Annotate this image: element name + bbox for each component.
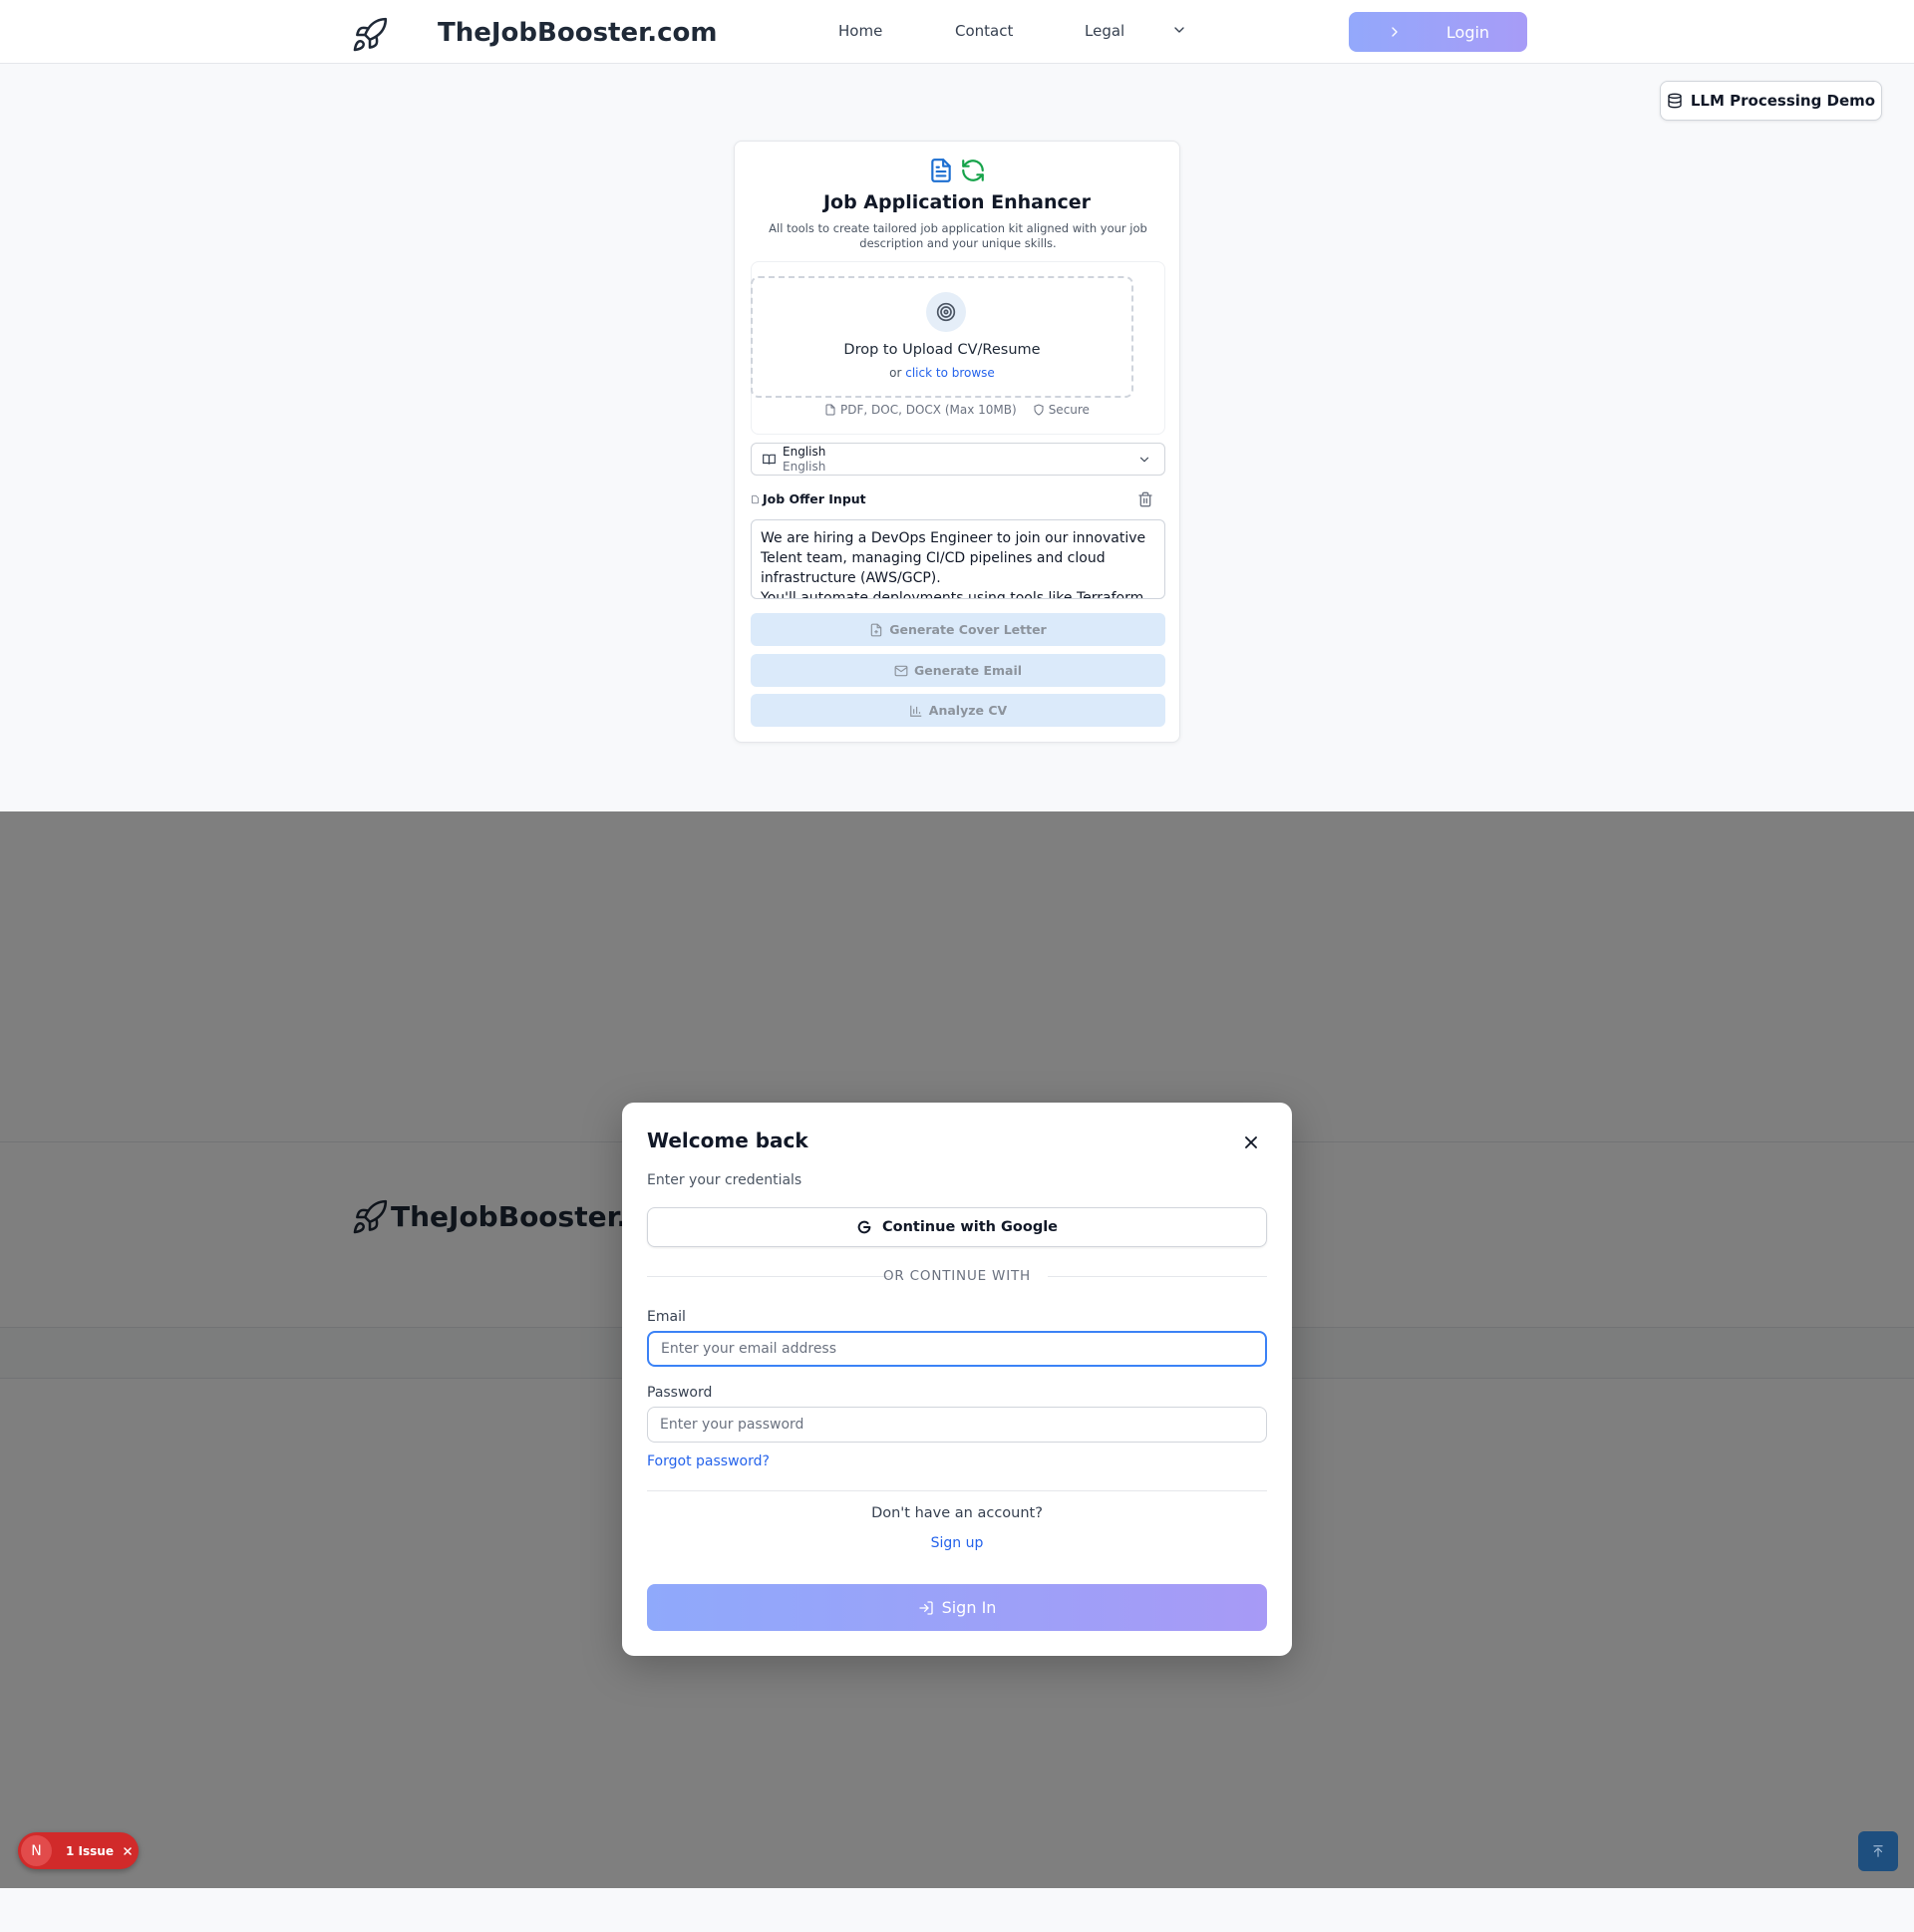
language-selected: English (783, 445, 826, 459)
file-icon (752, 494, 759, 503)
modal-separator (647, 1490, 1267, 1491)
site-header: TheJobBooster.com Home Contact Legal Log… (0, 0, 1914, 64)
trash-icon[interactable] (1137, 491, 1153, 507)
secure-text: Secure (1048, 403, 1090, 417)
next-logo-icon: N (21, 1835, 52, 1866)
job-offer-label-text: Job Offer Input (763, 491, 866, 506)
chevron-right-icon (1392, 27, 1398, 37)
file-requirements: PDF, DOC, DOCX (Max 10MB) Secure (735, 403, 1179, 417)
email-label: Email (647, 1309, 686, 1325)
analyze-cv-label: Analyze CV (928, 703, 1008, 718)
browse-link[interactable]: click to browse (905, 366, 995, 380)
password-label: Password (647, 1385, 713, 1401)
language-select[interactable]: English English (751, 443, 1165, 476)
login-label: Login (1445, 22, 1490, 42)
document-icon (931, 159, 951, 182)
arrow-up-to-line-icon (1873, 1845, 1883, 1857)
nav-contact[interactable]: Contact (955, 22, 1013, 40)
card-header-icons (928, 158, 986, 183)
file-plus-icon (871, 623, 882, 636)
chevron-down-icon[interactable] (1171, 22, 1187, 38)
card-description: All tools to create tailored job applica… (769, 221, 1147, 250)
mail-icon (894, 665, 908, 676)
database-icon (1668, 93, 1682, 109)
file-formats-text: PDF, DOC, DOCX (Max 10MB) (840, 403, 1017, 417)
file-icon (825, 404, 835, 416)
generate-cover-letter-button[interactable]: Generate Cover Letter (751, 613, 1165, 646)
issue-badge[interactable]: N 1 Issue (18, 1832, 139, 1869)
llm-demo-label: LLM Processing Demo (1690, 92, 1876, 110)
log-in-icon (918, 1600, 933, 1615)
cv-dropzone[interactable]: Drop to Upload CV/Resume or click to bro… (751, 276, 1133, 398)
issue-count: 1 Issue (66, 1843, 114, 1858)
nav-legal[interactable]: Legal (1085, 22, 1124, 40)
generate-cover-letter-label: Generate Cover Letter (889, 622, 1047, 637)
rocket-icon[interactable] (351, 16, 389, 54)
llm-processing-demo-button[interactable]: LLM Processing Demo (1660, 81, 1882, 121)
login-button[interactable]: Login (1349, 12, 1527, 52)
dropzone-or-text: or (889, 366, 906, 380)
dropzone-title: Drop to Upload CV/Resume (843, 342, 1041, 358)
scroll-to-top-button[interactable] (1858, 1831, 1898, 1871)
shield-icon (1034, 404, 1044, 416)
job-offer-label: Job Offer Input (751, 491, 866, 506)
forgot-password-link[interactable]: Forgot password? (647, 1453, 770, 1469)
modal-title: Welcome back (647, 1128, 808, 1152)
bar-chart-icon (909, 705, 922, 717)
upload-target-badge (926, 292, 966, 332)
file-formats: PDF, DOC, DOCX (Max 10MB) (824, 403, 1017, 417)
sign-up-link[interactable]: Sign up (622, 1535, 1292, 1551)
google-icon (857, 1220, 871, 1234)
job-application-enhancer-card: Job Application Enhancer All tools to cr… (734, 141, 1180, 743)
generate-email-button[interactable]: Generate Email (751, 654, 1165, 687)
modal-subtitle: Enter your credentials (647, 1172, 802, 1188)
no-account-text: Don't have an account? (871, 1505, 1043, 1521)
close-icon[interactable] (1241, 1132, 1261, 1152)
email-field[interactable] (647, 1331, 1267, 1367)
book-open-icon (763, 454, 776, 465)
secure-indicator: Secure (1033, 403, 1090, 417)
brand-name[interactable]: TheJobBooster.com (438, 18, 717, 48)
sign-in-label: Sign In (941, 1598, 997, 1617)
card-title: Job Application Enhancer (822, 191, 1092, 213)
google-button-label: Continue with Google (881, 1219, 1059, 1235)
login-modal: Welcome back Enter your credentials Cont… (622, 1103, 1292, 1656)
password-field[interactable] (647, 1407, 1267, 1443)
job-offer-textarea[interactable]: We are hiring a DevOps Engineer to join … (751, 519, 1165, 599)
page-bottom (0, 1888, 1914, 1932)
generate-email-label: Generate Email (913, 663, 1023, 678)
refresh-icon (962, 160, 984, 181)
language-subtitle: English (783, 460, 826, 474)
analyze-cv-button[interactable]: Analyze CV (751, 694, 1165, 727)
chevron-down-icon (1139, 457, 1149, 463)
target-icon (936, 302, 956, 322)
dropzone-subtitle: or click to browse (753, 366, 1131, 380)
close-icon[interactable] (122, 1845, 134, 1857)
continue-with-google-button[interactable]: Continue with Google (647, 1207, 1267, 1247)
nav-home[interactable]: Home (838, 22, 882, 40)
sign-in-button[interactable]: Sign In (647, 1584, 1267, 1631)
divider-line-right (1048, 1276, 1267, 1277)
